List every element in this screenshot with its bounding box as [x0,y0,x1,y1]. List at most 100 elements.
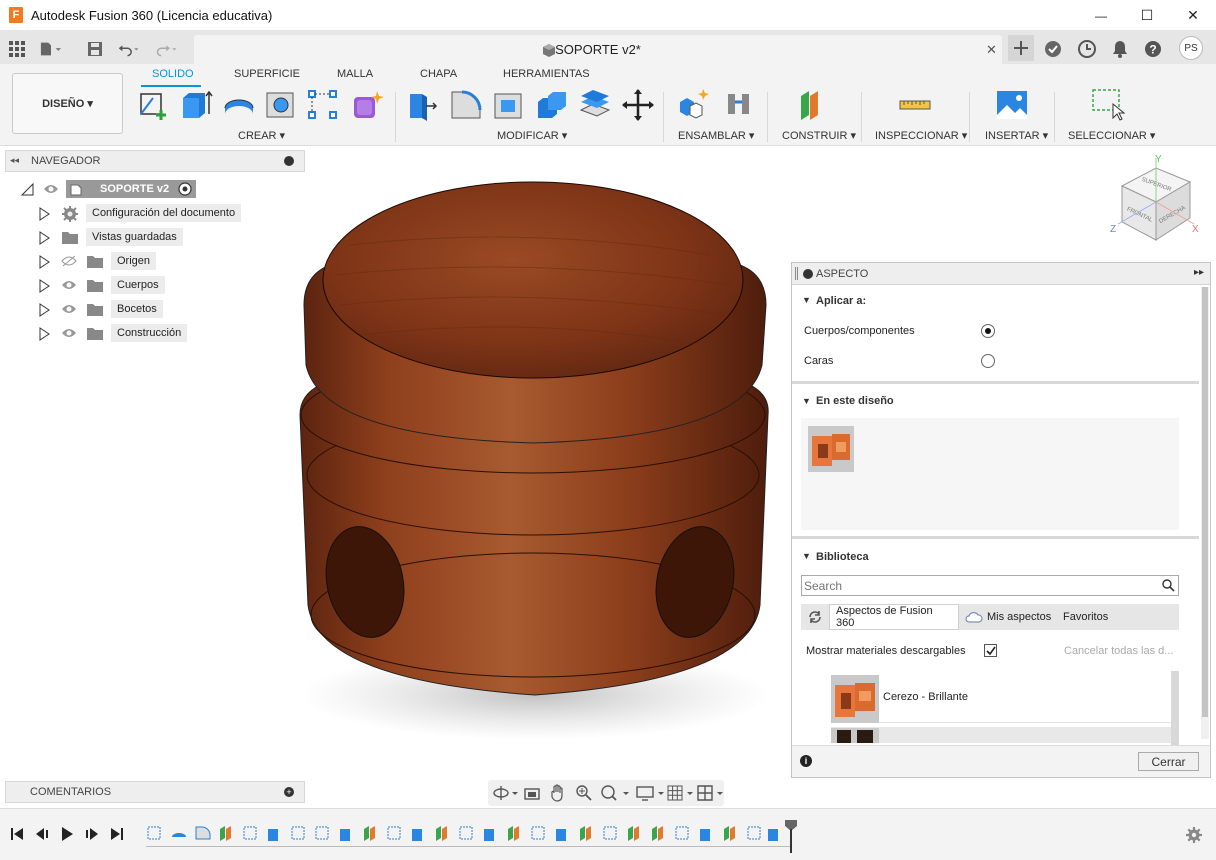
cancel-all-downloads-link[interactable]: Cancelar todas las d... [1064,645,1173,657]
shell-icon[interactable] [492,88,526,122]
go-to-end-icon[interactable] [110,827,124,841]
model-3d-view[interactable] [290,175,780,750]
fit-zoom-window-icon[interactable] [601,785,631,801]
modificar-group-menu[interactable]: MODIFICAR ▾ [497,129,567,142]
new-component-icon[interactable] [677,88,711,122]
timeline-features[interactable] [146,823,792,845]
show-downloadable-checkbox[interactable] [984,644,997,657]
browser-node-saved-views[interactable]: Vistas guardadas [38,228,278,248]
press-pull-icon[interactable] [406,88,440,122]
browser-node-origin[interactable]: Origen [38,252,278,272]
section-collapse-icon[interactable]: ▼ [802,396,811,406]
go-to-start-icon[interactable] [10,827,24,841]
visibility-eye-icon[interactable] [43,183,59,195]
library-search-input[interactable] [804,578,1154,593]
tab-fusion-appearances[interactable]: Aspectos de Fusion 360 [829,604,959,630]
browser-options-icon[interactable] [284,156,294,166]
tab-chapa[interactable]: CHAPA [420,68,457,80]
extensions-icon[interactable] [1042,38,1064,60]
notifications-bell-icon[interactable] [1109,38,1131,60]
offset-plane-icon[interactable] [798,88,832,122]
browser-root-node[interactable]: SOPORTE v2 [20,180,280,200]
close-window-button[interactable]: ✕ [1170,0,1216,31]
search-icon[interactable] [1162,579,1175,592]
step-back-icon[interactable] [35,827,49,841]
expand-triangle-icon[interactable] [38,207,50,221]
document-tab[interactable]: SOPORTE v2* ✕ [194,35,1002,64]
browser-node-sketches[interactable]: Bocetos [38,300,278,320]
save-icon[interactable] [84,38,106,60]
crear-group-menu[interactable]: CREAR ▾ [238,129,285,142]
construir-group-menu[interactable]: CONSTRUIR ▾ [782,129,856,142]
close-tab-icon[interactable]: ✕ [986,42,997,58]
fillet-icon[interactable] [449,88,483,122]
combine-icon[interactable] [535,88,569,122]
undo-icon[interactable] [118,38,140,60]
expand-triangle-icon[interactable] [38,231,50,245]
play-icon[interactable] [60,826,74,842]
viewports-icon[interactable] [697,785,725,801]
pan-hand-icon[interactable] [550,784,566,802]
tab-solido[interactable]: SOLIDO [152,68,194,80]
redo-icon[interactable] [156,38,178,60]
visibility-eye-icon[interactable] [61,279,77,291]
collapse-panel-icon[interactable]: ◂◂ [10,155,19,166]
expand-triangle-icon[interactable] [38,279,50,293]
extrude-icon[interactable] [179,88,213,122]
close-dialog-button[interactable]: Cerrar [1138,752,1199,771]
activate-component-icon[interactable] [178,182,192,196]
inspeccionar-group-menu[interactable]: INSPECCIONAR ▾ [875,129,967,142]
timeline-settings-gear-icon[interactable] [1185,826,1203,844]
minimize-button[interactable]: — [1078,0,1124,31]
display-settings-icon[interactable] [636,785,666,801]
create-sketch-icon[interactable] [137,88,171,122]
insertar-group-menu[interactable]: INSERTAR ▾ [985,129,1048,142]
job-status-clock-icon[interactable] [1076,38,1098,60]
collapse-triangle-icon[interactable] [20,182,34,196]
tab-favorites[interactable]: Favoritos [1057,604,1114,630]
cherry-swatch-thumbnail[interactable] [808,426,854,472]
expand-triangle-icon[interactable] [38,255,50,269]
zoom-icon[interactable] [576,785,592,801]
expand-triangle-icon[interactable] [38,327,50,341]
workspace-switcher-button[interactable]: DISEÑO ▾ [12,73,123,134]
ensamblar-group-menu[interactable]: ENSAMBLAR ▾ [678,129,754,142]
view-cube[interactable]: SUPERIOR FRONTAL DERECHA Y X Z [1108,150,1208,246]
grid-snaps-icon[interactable] [667,785,695,801]
file-menu-icon[interactable] [40,38,62,60]
section-collapse-icon[interactable]: ▼ [802,295,811,305]
step-forward-icon[interactable] [85,827,99,841]
appearance-dialog-header[interactable]: ASPECTO ▸▸ [792,263,1210,285]
info-icon[interactable]: i [800,755,812,767]
material-list-item[interactable]: Cerezo - Brillante [831,673,1172,723]
radio-faces[interactable] [981,354,995,368]
expand-triangle-icon[interactable] [38,303,50,317]
hole-icon[interactable] [264,88,298,122]
look-at-icon[interactable] [524,785,540,801]
dialog-expand-icon[interactable]: ▸▸ [1194,267,1204,278]
hidden-eye-icon[interactable] [61,255,77,267]
revolve-icon[interactable] [222,88,256,122]
move-copy-icon[interactable] [621,88,655,122]
measure-icon[interactable] [898,88,932,122]
browser-node-construction[interactable]: Construcción [38,324,278,344]
help-icon[interactable]: ? [1142,38,1164,60]
offset-face-icon[interactable] [578,88,612,122]
joint-icon[interactable] [722,88,756,122]
pattern-icon[interactable] [306,88,340,122]
add-comment-icon[interactable]: + [284,787,294,797]
window-select-icon[interactable] [1091,88,1125,122]
radio-bodies-components[interactable] [981,324,995,338]
material-list-scrollbar[interactable] [1171,671,1179,745]
refresh-icon[interactable] [801,604,829,630]
tab-malla[interactable]: MALLA [337,68,373,80]
tab-superficie[interactable]: SUPERFICIE [234,68,300,80]
material-list-item[interactable] [831,727,1172,743]
browser-node-bodies[interactable]: Cuerpos [38,276,278,296]
new-tab-icon[interactable] [1008,35,1034,61]
data-panel-grid-icon[interactable] [6,38,28,60]
visibility-eye-icon[interactable] [61,303,77,315]
create-form-icon[interactable] [350,88,384,122]
seleccionar-group-menu[interactable]: SELECCIONAR ▾ [1068,129,1155,142]
dialog-scrollbar[interactable] [1201,287,1209,739]
